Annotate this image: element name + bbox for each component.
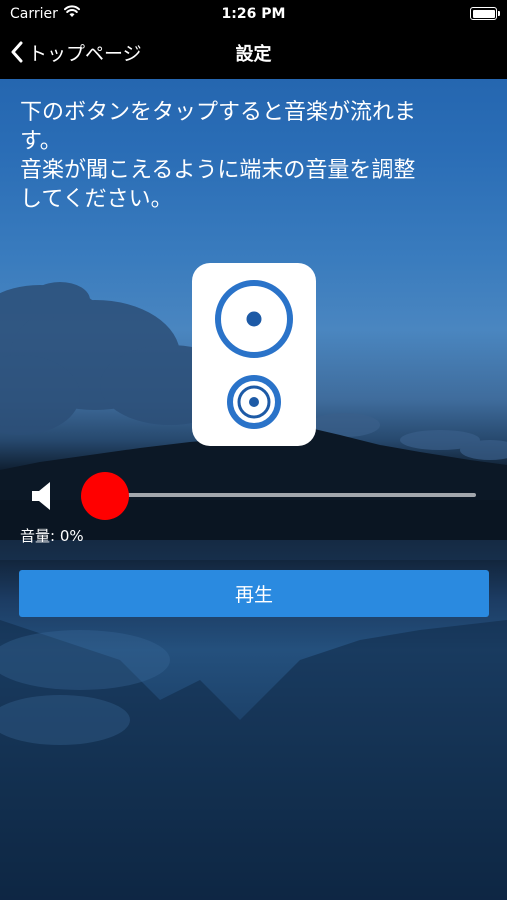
settings-screen: Carrier 1:26 PM トップページ 設定 下のボタンをタップすると音楽…: [0, 0, 507, 900]
instruction-line: す。: [20, 129, 62, 154]
volume-label: 音量: 0%: [20, 527, 84, 545]
instruction-line: 下のボタンをタップすると音楽が流れま: [20, 100, 417, 125]
speaker-illustration: [215, 280, 293, 429]
volume-icon: [32, 482, 50, 510]
volume-slider-track[interactable]: [105, 493, 476, 497]
volume-slider-thumb[interactable]: [81, 472, 129, 520]
navigation-bar: Carrier 1:26 PM トップページ 設定: [0, 0, 507, 79]
play-button[interactable]: 再生: [19, 570, 489, 617]
instruction-text: 下のボタンをタップすると音楽が流れま す。 音楽が聞こえるように端末の音量を調整…: [20, 98, 490, 214]
status-time: 1:26 PM: [221, 6, 286, 22]
speaker-icon: [192, 263, 316, 446]
instruction-line: してください。: [20, 187, 173, 212]
battery-icon: [470, 7, 500, 20]
instruction-line: 音楽が聞こえるように端末の音量を調整: [20, 158, 416, 183]
page-title: 設定: [235, 44, 272, 65]
volume-control: [20, 472, 490, 520]
